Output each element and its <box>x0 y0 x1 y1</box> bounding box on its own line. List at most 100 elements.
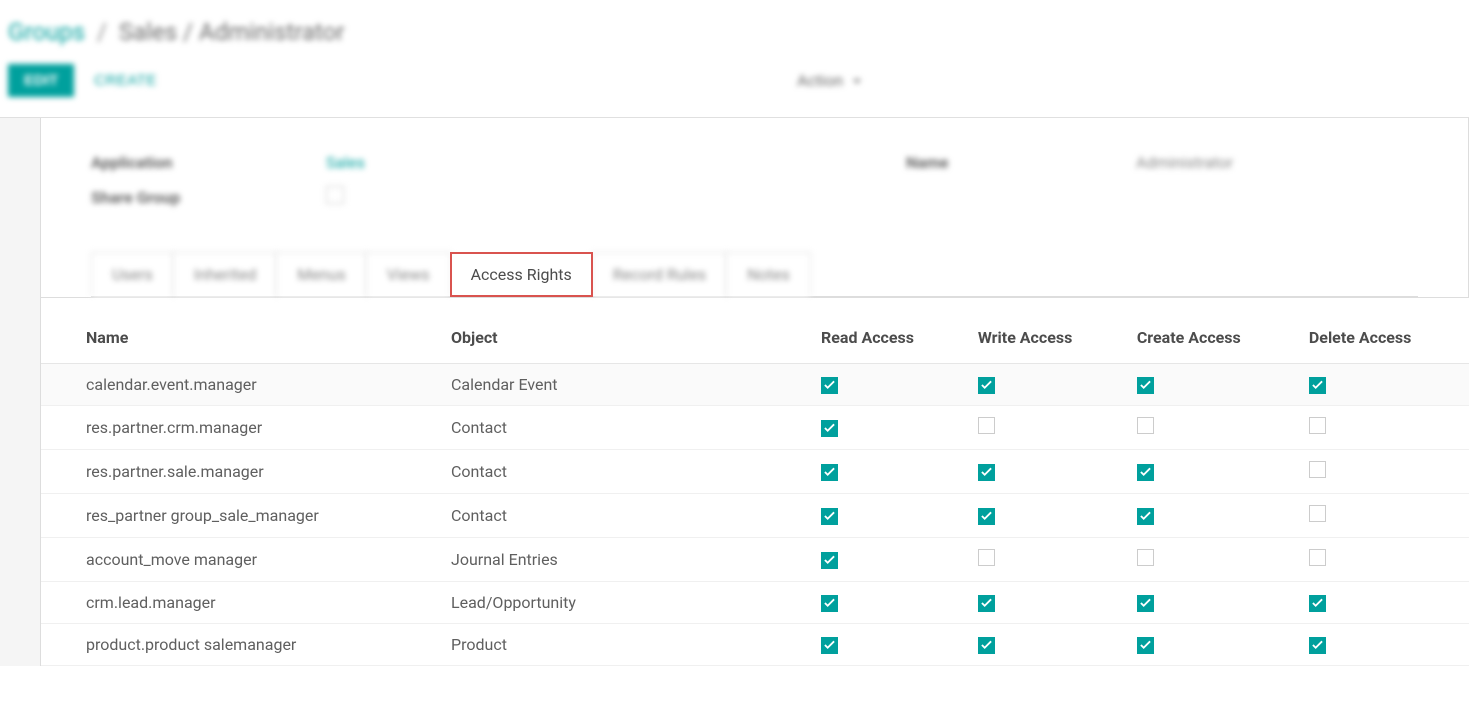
cell-name: account_move manager <box>41 538 441 582</box>
checkbox-icon[interactable] <box>1309 417 1326 434</box>
share-group-checkbox[interactable] <box>326 186 344 204</box>
checkbox-icon[interactable] <box>978 595 995 612</box>
cell-delete <box>1299 364 1469 406</box>
cell-object: Journal Entries <box>441 538 811 582</box>
checkbox-icon[interactable] <box>821 595 838 612</box>
checkbox-icon[interactable] <box>978 417 995 434</box>
cell-delete <box>1299 582 1469 624</box>
header-create[interactable]: Create Access <box>1127 298 1299 364</box>
cell-write <box>968 494 1127 538</box>
cell-read <box>811 624 968 666</box>
cell-name: res.partner.sale.manager <box>41 450 441 494</box>
cell-read <box>811 494 968 538</box>
cell-object: Product <box>441 624 811 666</box>
header-read[interactable]: Read Access <box>811 298 968 364</box>
cell-read <box>811 582 968 624</box>
breadcrumb: Groups / Sales / Administrator <box>8 18 1469 64</box>
cell-create <box>1127 364 1299 406</box>
checkbox-icon[interactable] <box>1137 549 1154 566</box>
checkbox-icon[interactable] <box>1137 464 1154 481</box>
application-label: Application <box>91 153 326 172</box>
action-dropdown[interactable]: Action <box>797 71 861 90</box>
checkbox-icon[interactable] <box>978 549 995 566</box>
checkbox-icon[interactable] <box>821 377 838 394</box>
checkbox-icon[interactable] <box>978 377 995 394</box>
cell-delete <box>1299 494 1469 538</box>
cell-create <box>1127 406 1299 450</box>
table-row[interactable]: calendar.event.managerCalendar Event <box>41 364 1469 406</box>
checkbox-icon[interactable] <box>978 637 995 654</box>
name-label: Name <box>906 153 1136 172</box>
checkbox-icon[interactable] <box>1309 377 1326 394</box>
table-row[interactable]: res_partner group_sale_managerContact <box>41 494 1469 538</box>
tabs: Users Inherited Menus Views Access Right… <box>91 252 1418 297</box>
table-row[interactable]: crm.lead.managerLead/Opportunity <box>41 582 1469 624</box>
cell-name: crm.lead.manager <box>41 582 441 624</box>
cell-read <box>811 364 968 406</box>
cell-create <box>1127 494 1299 538</box>
edit-button[interactable]: EDIT <box>8 64 74 97</box>
breadcrumb-root[interactable]: Groups <box>8 18 85 46</box>
cell-name: calendar.event.manager <box>41 364 441 406</box>
checkbox-icon[interactable] <box>1137 417 1154 434</box>
header-name[interactable]: Name <box>41 298 441 364</box>
cell-delete <box>1299 450 1469 494</box>
cell-write <box>968 406 1127 450</box>
cell-write <box>968 364 1127 406</box>
checkbox-icon[interactable] <box>1137 508 1154 525</box>
table-row[interactable]: res.partner.sale.managerContact <box>41 450 1469 494</box>
form-sheet: Application Sales Name Administrator Sha… <box>40 118 1469 298</box>
checkbox-icon[interactable] <box>1309 595 1326 612</box>
cell-object: Contact <box>441 494 811 538</box>
cell-delete <box>1299 624 1469 666</box>
tab-menus[interactable]: Menus <box>276 252 366 296</box>
tab-users[interactable]: Users <box>91 252 174 296</box>
cell-write <box>968 582 1127 624</box>
checkbox-icon[interactable] <box>978 508 995 525</box>
tab-views[interactable]: Views <box>366 252 451 296</box>
cell-create <box>1127 582 1299 624</box>
cell-read <box>811 538 968 582</box>
checkbox-icon[interactable] <box>821 552 838 569</box>
checkbox-icon[interactable] <box>1137 377 1154 394</box>
access-rights-table: Name Object Read Access Write Access Cre… <box>41 298 1469 666</box>
table-row[interactable]: res.partner.crm.managerContact <box>41 406 1469 450</box>
checkbox-icon[interactable] <box>1309 549 1326 566</box>
name-value: Administrator <box>1136 153 1233 172</box>
checkbox-icon[interactable] <box>821 464 838 481</box>
checkbox-icon[interactable] <box>1137 637 1154 654</box>
header-object[interactable]: Object <box>441 298 811 364</box>
checkbox-icon[interactable] <box>821 508 838 525</box>
cell-object: Contact <box>441 450 811 494</box>
checkbox-icon[interactable] <box>1309 505 1326 522</box>
cell-name: res.partner.crm.manager <box>41 406 441 450</box>
cell-name: product.product salemanager <box>41 624 441 666</box>
cell-object: Lead/Opportunity <box>441 582 811 624</box>
cell-write <box>968 624 1127 666</box>
checkbox-icon[interactable] <box>821 637 838 654</box>
cell-create <box>1127 450 1299 494</box>
tab-notes[interactable]: Notes <box>726 252 811 296</box>
header-delete[interactable]: Delete Access <box>1299 298 1469 364</box>
table-row[interactable]: product.product salemanagerProduct <box>41 624 1469 666</box>
toolbar: EDIT CREATE Action <box>8 64 1469 117</box>
breadcrumb-separator-icon: / <box>97 18 107 46</box>
tab-record-rules[interactable]: Record Rules <box>592 252 727 296</box>
breadcrumb-current: Sales / Administrator <box>119 18 345 46</box>
tab-inherited[interactable]: Inherited <box>173 252 278 296</box>
cell-delete <box>1299 538 1469 582</box>
cell-name: res_partner group_sale_manager <box>41 494 441 538</box>
checkbox-icon[interactable] <box>1137 595 1154 612</box>
table-row[interactable]: account_move managerJournal Entries <box>41 538 1469 582</box>
checkbox-icon[interactable] <box>821 420 838 437</box>
cell-create <box>1127 624 1299 666</box>
application-value[interactable]: Sales <box>326 153 906 172</box>
create-button[interactable]: CREATE <box>94 72 157 89</box>
checkbox-icon[interactable] <box>1309 637 1326 654</box>
checkbox-icon[interactable] <box>1309 461 1326 478</box>
tab-access-rights[interactable]: Access Rights <box>450 252 593 297</box>
cell-object: Contact <box>441 406 811 450</box>
header-write[interactable]: Write Access <box>968 298 1127 364</box>
checkbox-icon[interactable] <box>978 464 995 481</box>
cell-delete <box>1299 406 1469 450</box>
